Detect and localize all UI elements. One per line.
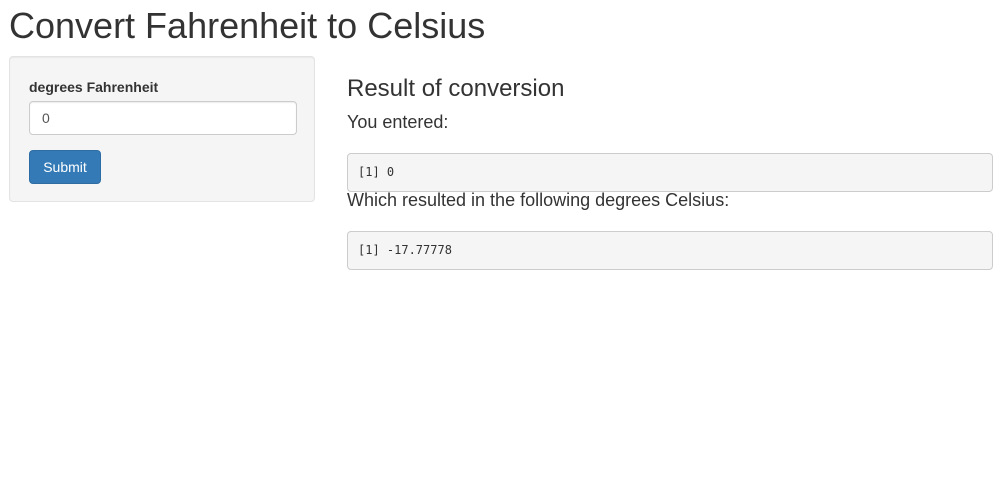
result-heading: Result of conversion [347, 75, 565, 102]
fahrenheit-label: degrees Fahrenheit [29, 79, 159, 95]
fahrenheit-input[interactable] [29, 101, 297, 135]
submit-button[interactable]: Submit [29, 150, 101, 184]
celsius-result-label: Which resulted in the following degrees … [347, 190, 730, 210]
entered-value-output: [1] 0 [347, 153, 993, 192]
input-panel: degrees Fahrenheit Submit [9, 56, 315, 202]
page-title: Convert Fahrenheit to Celsius [9, 5, 486, 46]
celsius-value-output: [1] -17.77778 [347, 231, 993, 270]
you-entered-label: You entered: [347, 112, 449, 132]
